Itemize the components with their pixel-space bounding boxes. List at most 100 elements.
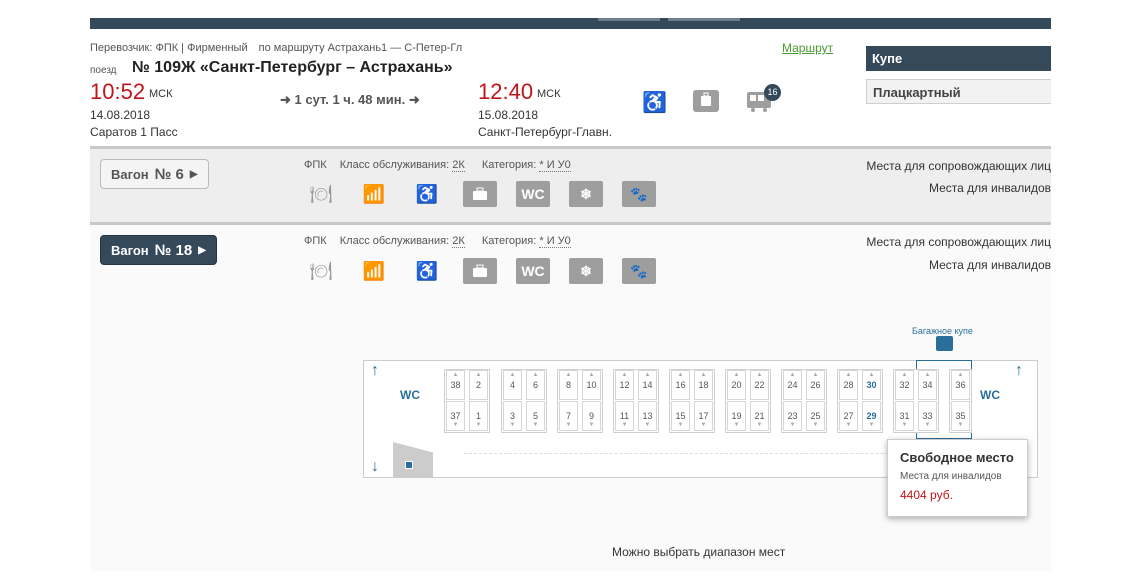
category-value[interactable]: * И У0 [539, 235, 571, 248]
amenities-row: 🍽 📶 ♿ WC ❄ 🐾 [304, 181, 675, 207]
seat-4[interactable]: 4 ▲ [503, 370, 522, 400]
seat-21[interactable]: 21 ▼ [750, 401, 769, 431]
seat-10[interactable]: 10 ▲ [582, 370, 601, 400]
seat-28[interactable]: 28 ▲ [839, 370, 858, 400]
route-label: по маршруту Астрахань1 — С-Петер-Гл [258, 42, 463, 54]
train-name: № 109Ж «Санкт-Петербург – Астрахань» [132, 59, 453, 76]
seat-17[interactable]: 17 ▼ [694, 401, 713, 431]
seat-27[interactable]: 27 ▼ [839, 401, 858, 431]
arrow-down-icon: ↓ [371, 458, 379, 475]
seat-14[interactable]: 14 ▲ [638, 370, 657, 400]
category-label: Категория: [481, 159, 537, 171]
seat-number: 6 [532, 380, 538, 390]
seat-19[interactable]: 19 ▼ [727, 401, 746, 431]
train-prefix: поезд [90, 65, 117, 76]
cars-count-badge: 16 [764, 84, 781, 101]
seat-5[interactable]: 5 ▼ [526, 401, 545, 431]
seat-29[interactable]: 29 ▼ [862, 401, 881, 431]
seat-30[interactable]: 30 ▲ [862, 370, 881, 400]
seat-number: 8 [565, 380, 571, 390]
service-class-label: Класс обслуживания: [339, 235, 450, 247]
seat-37[interactable]: 37 ▼ [446, 401, 465, 431]
cars-icon[interactable]: 16 [746, 84, 781, 112]
seat-number: 25 [810, 411, 821, 421]
seat-33[interactable]: 33 ▼ [918, 401, 937, 431]
caret-down-icon: ▼ [812, 422, 819, 428]
caret-down-icon: ▼ [901, 422, 908, 428]
caret-up-icon: ▲ [475, 372, 482, 378]
caret-down-icon: ▼ [621, 422, 628, 428]
seat-34[interactable]: 34 ▲ [918, 370, 937, 400]
category-value[interactable]: * И У0 [539, 159, 571, 172]
seat-26[interactable]: 26 ▲ [806, 370, 825, 400]
seat-number: 38 [450, 380, 461, 390]
seat-number: 17 [698, 411, 709, 421]
caret-down-icon: ▼ [588, 422, 595, 428]
caret-up-icon: ▲ [733, 372, 740, 378]
seat-11[interactable]: 11 ▼ [615, 401, 634, 431]
seat-35[interactable]: 35 ▼ [951, 401, 970, 431]
route-link[interactable]: Маршрут [782, 41, 833, 55]
tab-platskart[interactable]: Плацкартный [866, 79, 1051, 104]
car-6-button[interactable]: Вагон № 6 ▶ [100, 159, 209, 189]
amenities-row: 🍽 📶 ♿ WC ❄ 🐾 [304, 258, 675, 284]
seat-7[interactable]: 7 ▼ [559, 401, 578, 431]
car-meta: ФПК Класс обслуживания: 2К Категория: * … [304, 235, 571, 248]
seat-31[interactable]: 31 ▼ [895, 401, 914, 431]
caret-up-icon: ▲ [621, 372, 628, 378]
seat-23[interactable]: 23 ▼ [783, 401, 802, 431]
play-icon: ▶ [189, 168, 198, 180]
seat-number: 24 [787, 380, 798, 390]
escort-seats-note: Места для сопровождающих лиц [866, 159, 1051, 173]
disabled-seats-note: Места для инвалидов [928, 181, 1051, 195]
seat-12[interactable]: 12 ▲ [615, 370, 634, 400]
seat-3[interactable]: 3 ▼ [503, 401, 522, 431]
top-navigation-bar [90, 18, 1051, 29]
tab-kupe[interactable]: Купе [866, 46, 1051, 71]
seat-13[interactable]: 13 ▼ [638, 401, 657, 431]
pet-icon: 🐾 [622, 258, 656, 284]
wc-label-left: WC [400, 388, 420, 402]
caret-down-icon: ▼ [845, 422, 852, 428]
seat-24[interactable]: 24 ▲ [783, 370, 802, 400]
service-class-value[interactable]: 2К [452, 159, 465, 172]
chart-icon: 📶 [362, 260, 386, 281]
caret-up-icon: ▲ [845, 372, 852, 378]
seat-number: 16 [675, 380, 686, 390]
caret-down-icon: ▼ [733, 422, 740, 428]
seat-number: 3 [509, 411, 515, 421]
seat-1[interactable]: 1 ▼ [469, 401, 488, 431]
seat-number: 15 [675, 411, 686, 421]
seat-number: 4 [509, 380, 515, 390]
seat-20[interactable]: 20 ▲ [727, 370, 746, 400]
arrival-time: 12:40 [478, 79, 534, 104]
caret-up-icon: ▲ [677, 372, 684, 378]
seat-15[interactable]: 15 ▼ [671, 401, 690, 431]
caret-up-icon: ▲ [565, 372, 572, 378]
seat-6[interactable]: 6 ▲ [526, 370, 545, 400]
car-18-button[interactable]: Вагон № 18 ▶ [100, 235, 217, 265]
seat-9[interactable]: 9 ▼ [582, 401, 601, 431]
departure-station: Саратов 1 Пасс [90, 125, 178, 139]
caret-down-icon: ▼ [957, 422, 964, 428]
car-number: № 6 [154, 165, 184, 183]
seat-25[interactable]: 25 ▼ [806, 401, 825, 431]
caret-down-icon: ▼ [789, 422, 796, 428]
caret-up-icon: ▲ [588, 372, 595, 378]
seat-22[interactable]: 22 ▲ [750, 370, 769, 400]
seat-38[interactable]: 38 ▲ [446, 370, 465, 400]
seat-36[interactable]: 36 ▲ [951, 370, 970, 400]
seat-8[interactable]: 8 ▲ [559, 370, 578, 400]
seat-32[interactable]: 32 ▲ [895, 370, 914, 400]
seat-number: 10 [586, 380, 597, 390]
disabled-seats-note: Места для инвалидов [928, 258, 1051, 272]
car-button-label: Вагон [111, 242, 149, 258]
caret-down-icon: ▼ [532, 422, 539, 428]
seat-18[interactable]: 18 ▲ [694, 370, 713, 400]
caret-up-icon: ▲ [452, 372, 459, 378]
service-class-value[interactable]: 2К [452, 235, 465, 248]
pet-icon: 🐾 [622, 181, 656, 207]
seat-16[interactable]: 16 ▲ [671, 370, 690, 400]
nav-tick [598, 18, 660, 21]
seat-2[interactable]: 2 ▲ [469, 370, 488, 400]
